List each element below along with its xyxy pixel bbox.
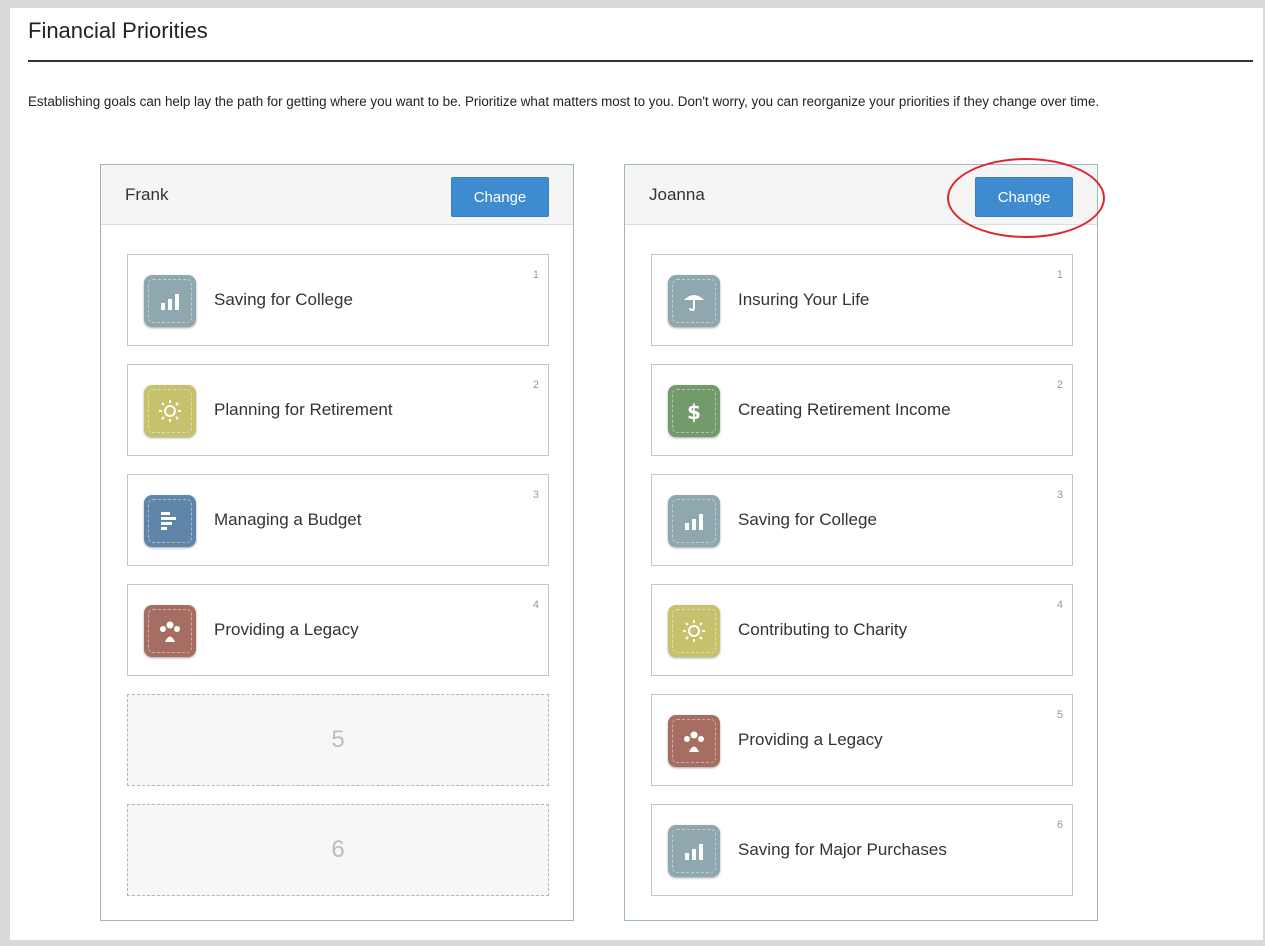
priority-label: Planning for Retirement [214,400,393,419]
title-divider [28,60,1253,62]
priority-label: Contributing to Charity [738,620,908,639]
priority-rank: 5 [1056,709,1063,721]
financial-priorities-page: Financial Priorities Establishing goals … [10,8,1263,940]
panel-header: Joanna Change [625,158,1105,238]
priority-card-creating-retirement-income[interactable]: $ Creating Retirement Income 2 [651,364,1073,456]
priority-card-contributing-to-charity[interactable]: Contributing to Charity 4 [651,584,1073,676]
bar-chart-icon [668,495,720,547]
priority-rank: 2 [532,379,539,391]
priority-label: Saving for College [214,290,353,309]
priority-rank: 3 [532,489,539,501]
bar-chart-icon [144,275,196,327]
panel-header: Frank Change [101,165,573,225]
intro-text: Establishing goals can help lay the path… [28,94,1100,109]
priority-card-saving-for-college[interactable]: Saving for College 3 [651,474,1073,566]
priority-label: Saving for Major Purchases [738,840,947,859]
svg-text:$: $ [687,400,701,423]
dollar-icon: $ [668,385,720,437]
priority-rank: 1 [1056,269,1063,281]
bar-chart-icon [668,825,720,877]
sun-icon [144,385,196,437]
family-icon [144,605,196,657]
slot-number: 5 [331,726,345,753]
priority-card-providing-a-legacy[interactable]: Providing a Legacy 5 [651,694,1073,786]
priority-label: Managing a Budget [214,510,362,529]
priority-label: Providing a Legacy [738,730,883,749]
frank-change-button[interactable]: Change [451,177,549,217]
slot-number: 6 [331,836,345,863]
priority-rank: 2 [1056,379,1063,391]
priority-label: Creating Retirement Income [738,400,951,419]
frank-priorities-panel: Frank Change Saving for College 1 Planni… [100,164,574,921]
priority-card-managing-a-budget[interactable]: Managing a Budget 3 [127,474,549,566]
priority-card-saving-for-college[interactable]: Saving for College 1 [127,254,549,346]
priority-rank: 4 [1056,599,1063,611]
priority-card-insuring-your-life[interactable]: Insuring Your Life 1 [651,254,1073,346]
umbrella-icon [668,275,720,327]
priority-rank: 3 [1056,489,1063,501]
person-name: Joanna [649,185,705,204]
priority-rank: 4 [532,599,539,611]
empty-priority-slot[interactable]: 5 [127,694,549,786]
sun-icon [668,605,720,657]
priority-card-saving-for-major-purchases[interactable]: Saving for Major Purchases 6 [651,804,1073,896]
family-icon [668,715,720,767]
priority-label: Saving for College [738,510,877,529]
priority-card-planning-for-retirement[interactable]: Planning for Retirement 2 [127,364,549,456]
priority-rank: 6 [1056,819,1063,831]
page-title: Financial Priorities [28,18,208,43]
priority-label: Insuring Your Life [738,290,870,309]
joanna-change-button[interactable]: Change [975,177,1073,217]
priority-label: Providing a Legacy [214,620,359,639]
priority-card-providing-a-legacy[interactable]: Providing a Legacy 4 [127,584,549,676]
joanna-priorities-panel: Joanna Change Insuring Your Life 1 $ Cre… [624,158,1105,921]
priority-rank: 1 [532,269,539,281]
empty-priority-slot[interactable]: 6 [127,804,549,896]
person-name: Frank [125,185,169,204]
list-icon [144,495,196,547]
